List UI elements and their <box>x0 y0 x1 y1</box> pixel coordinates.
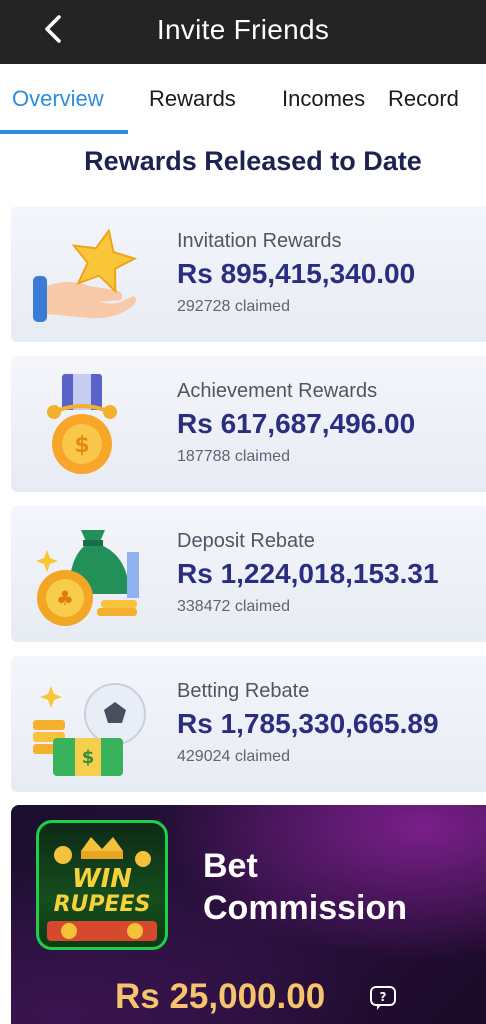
reward-card-betting[interactable]: $ Betting Rebate Rs 1,785,330,665.89 429… <box>11 656 486 792</box>
tab-incomes[interactable]: Incomes <box>282 86 365 112</box>
banner-title: Bet Commission <box>203 847 408 927</box>
section-title: Rewards Released to Date <box>84 146 422 176</box>
card-label: Betting Rebate <box>177 680 310 702</box>
svg-text:WIN: WIN <box>72 864 132 894</box>
football-cash-icon: $ <box>33 683 146 776</box>
top-bar: Invite Friends <box>0 0 486 64</box>
card-label: Deposit Rebate <box>177 530 315 552</box>
banner-amount: Rs 25,000.00 <box>115 977 326 1016</box>
card-amount: Rs 1,224,018,153.31 <box>177 558 439 589</box>
card-claimed: 292728 claimed <box>177 298 290 315</box>
tab-rewards[interactable]: Rewards <box>149 86 236 112</box>
medal-icon: $ <box>47 374 117 474</box>
reward-card-invitation[interactable]: Invitation Rewards Rs 895,415,340.00 292… <box>11 206 486 342</box>
bet-commission-banner[interactable]: WIN RUPEES Bet Commission Rs 25,000.00 ? <box>11 805 486 1024</box>
svg-text:?: ? <box>380 990 387 1004</box>
card-claimed: 338472 claimed <box>177 598 290 615</box>
tab-record[interactable]: Record <box>388 86 459 112</box>
active-tab-indicator <box>0 130 128 134</box>
svg-text:$: $ <box>74 433 89 458</box>
tab-overview[interactable]: Overview <box>12 86 104 112</box>
svg-text:$: $ <box>82 747 95 768</box>
card-amount: Rs 1,785,330,665.89 <box>177 708 439 739</box>
card-label: Invitation Rewards <box>177 230 342 252</box>
reward-card-deposit[interactable]: ♣ Deposit Rebate Rs 1,224,018,153.31 338… <box>11 506 486 642</box>
svg-text:RUPEES: RUPEES <box>54 892 151 917</box>
card-label: Achievement Rewards <box>177 380 378 402</box>
svg-text:♣: ♣ <box>56 586 74 610</box>
card-amount: Rs 617,687,496.00 <box>177 408 416 439</box>
tab-bar: Overview Rewards Incomes Record <box>0 64 486 134</box>
page-title: Invite Friends <box>156 14 330 45</box>
help-chat-icon[interactable]: ? <box>369 985 397 1011</box>
reward-card-achievement[interactable]: $ Achievement Rewards Rs 617,687,496.00 … <box>11 356 486 492</box>
money-bag-icon: ♣ <box>36 530 139 626</box>
card-claimed: 429024 claimed <box>177 748 290 765</box>
win-rupees-logo: WIN RUPEES <box>36 820 168 950</box>
card-amount: Rs 895,415,340.00 <box>177 258 416 289</box>
hand-star-icon <box>33 228 138 322</box>
card-claimed: 187788 claimed <box>177 448 290 465</box>
